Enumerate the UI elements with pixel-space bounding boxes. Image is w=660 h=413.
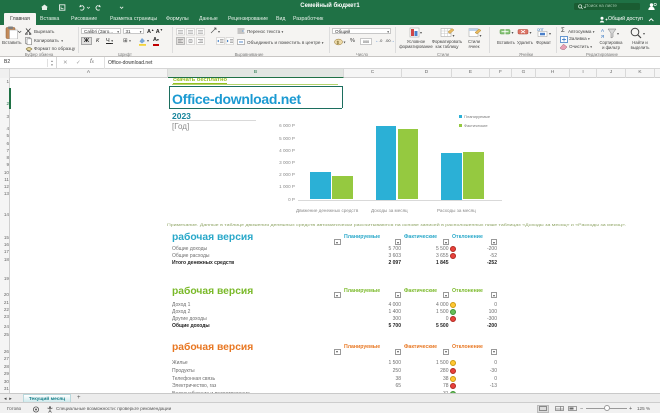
svg-text:Я: Я: [601, 34, 604, 39]
svg-text:▾: ▾: [344, 40, 346, 44]
svg-text:▾: ▾: [218, 29, 220, 34]
svg-text:▾: ▾: [453, 33, 455, 38]
svg-text:▾: ▾: [643, 31, 645, 36]
svg-text:▾: ▾: [530, 31, 532, 35]
svg-text:▾: ▾: [617, 31, 619, 36]
svg-text:▾: ▾: [480, 33, 482, 38]
svg-text:▾: ▾: [147, 38, 149, 43]
svg-text:▾: ▾: [549, 31, 551, 36]
svg-text:▾: ▾: [512, 31, 514, 35]
svg-text:А: А: [601, 28, 604, 33]
svg-text:▾: ▾: [420, 30, 422, 35]
